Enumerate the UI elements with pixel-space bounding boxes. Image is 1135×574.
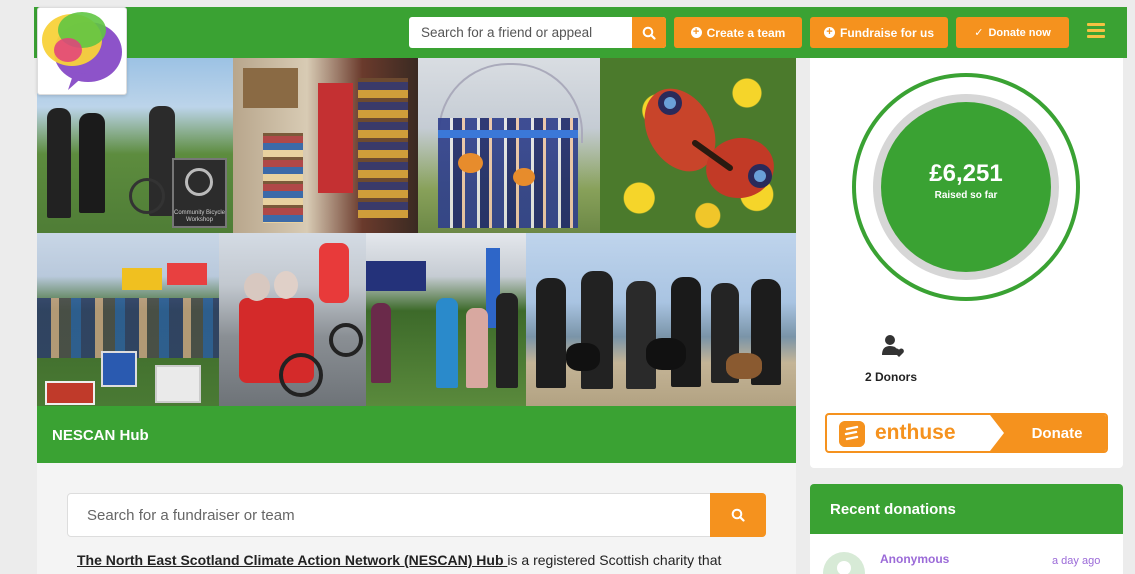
search-icon [642,26,656,40]
fundraiser-search-input[interactable] [68,494,708,536]
enthuse-brand: enthuse [875,421,956,444]
speech-bubbles-logo-icon [42,12,122,90]
user-avatar-icon [837,561,851,574]
donation-donor-name: Anonymous [880,552,950,566]
plus-circle-icon: + [823,27,835,38]
friend-appeal-search-input[interactable] [409,17,634,48]
nescan-hub-link[interactable]: The North East Scotland Climate Action N… [77,552,507,568]
photo-peacock-butterfly [600,58,796,233]
charity-logo[interactable] [37,7,127,95]
menu-hamburger-icon[interactable] [1087,23,1105,39]
raised-label: Raised so far [934,190,998,201]
fundraiser-search-button[interactable] [710,493,766,537]
donate-now-button[interactable]: ✓ Donate now [956,17,1069,48]
intro-paragraph: The North East Scotland Climate Action N… [77,552,722,568]
photo-trishaw-ride [219,233,366,406]
raised-amount: £6,251 [929,160,1003,187]
fundraiser-search[interactable] [67,493,766,537]
search-icon [731,508,745,522]
fundraise-button[interactable]: + Fundraise for us [810,17,948,48]
enthuse-donate-label: Donate [990,415,1106,451]
arrow-chevron-icon [990,415,1004,451]
photo-collage: Community Bicycle Workshop [37,58,796,406]
photo-beach-cleanup [526,233,796,406]
create-team-button[interactable]: + Create a team [674,17,802,48]
photo-polytunnel-opening [418,58,600,233]
friend-appeal-search[interactable] [409,17,666,48]
butterfly-image [644,88,774,199]
photo-community-fair [366,233,526,406]
photo-drumming-event [37,233,219,406]
search-button[interactable] [632,17,666,48]
enthuse-donate-button[interactable]: enthuse Donate [825,413,1108,453]
raised-total: £6,251 Raised so far [881,102,1051,272]
donor-avatar [823,552,865,574]
page-title: NESCAN Hub [52,427,149,444]
donation-timestamp: a day ago [1052,555,1101,567]
recent-donations-header: Recent donations [810,484,1123,534]
enthuse-logo-icon [839,421,865,447]
check-icon: ✓ [974,27,984,39]
plus-circle-icon: + [690,27,702,38]
donor-count: 2 Donors [865,370,918,384]
recent-donations-title: Recent donations [830,501,956,518]
hub-title-bar: NESCAN Hub [37,406,796,463]
photo-charity-shop [233,58,418,233]
donor-heart-icon [882,335,904,357]
